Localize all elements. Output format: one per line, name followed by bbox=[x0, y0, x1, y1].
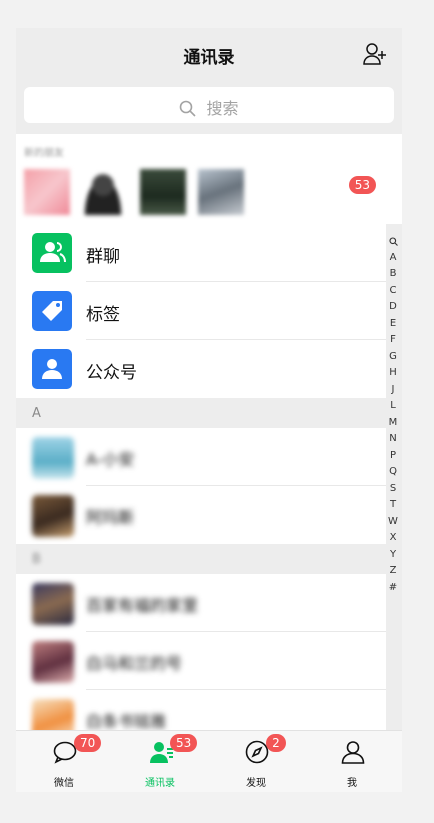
contact-name: A-小安 bbox=[86, 450, 135, 469]
discover-badge: 2 bbox=[266, 734, 286, 752]
add-friend-button[interactable] bbox=[362, 41, 388, 67]
page-title: 通讯录 bbox=[183, 48, 235, 68]
official-account-icon bbox=[32, 349, 72, 389]
search-placeholder: 搜索 bbox=[206, 99, 239, 118]
tag-icon bbox=[32, 291, 72, 331]
contact-name: 百家有福的家里 bbox=[86, 596, 199, 615]
contacts-badge: 53 bbox=[170, 734, 198, 752]
search-input[interactable]: 搜索 bbox=[24, 87, 394, 123]
tab-chats[interactable]: 70 微信 bbox=[16, 731, 112, 792]
contact-name: 白马和兰的号 bbox=[86, 654, 183, 673]
index-letter[interactable]: G bbox=[384, 349, 402, 366]
top-bar: 通讯录 bbox=[16, 28, 402, 78]
index-letter[interactable]: F bbox=[384, 332, 402, 349]
index-letter[interactable]: P bbox=[384, 448, 402, 465]
contact-row[interactable]: 白马和兰的号 bbox=[16, 632, 386, 690]
group-icon bbox=[32, 233, 72, 273]
search-icon bbox=[180, 100, 197, 117]
avatar bbox=[32, 495, 74, 537]
tab-label: 发现 bbox=[246, 778, 266, 789]
tab-me[interactable]: 我 bbox=[304, 731, 400, 792]
index-letter[interactable]: W bbox=[384, 514, 402, 531]
index-letter[interactable]: X bbox=[384, 530, 402, 547]
new-friends-badge: 53 bbox=[348, 176, 376, 194]
alphabet-index[interactable]: A B C D E F G H J L M N P Q S T W X Y Z … bbox=[384, 233, 402, 596]
section-header-b: B bbox=[16, 544, 402, 574]
contact-name: 阿玛斯 bbox=[86, 508, 135, 527]
contact-row[interactable]: 百家有福的家里 bbox=[16, 574, 386, 632]
index-letter[interactable]: M bbox=[384, 415, 402, 432]
phone-screen: 通讯录 搜索 新的朋友 53 群聊 标签 公众号 A A-小安 阿玛斯 B 百家… bbox=[16, 28, 402, 792]
tab-label: 微信 bbox=[54, 778, 74, 789]
tab-discover[interactable]: 2 发现 bbox=[208, 731, 304, 792]
index-letter[interactable]: N bbox=[384, 431, 402, 448]
tags-row[interactable]: 标签 bbox=[16, 282, 386, 340]
avatar bbox=[32, 437, 74, 479]
official-accounts-label: 公众号 bbox=[86, 363, 137, 383]
avatar bbox=[140, 169, 186, 215]
index-letter[interactable]: L bbox=[384, 398, 402, 415]
official-accounts-row[interactable]: 公众号 bbox=[16, 340, 386, 398]
index-letter[interactable]: H bbox=[384, 365, 402, 382]
index-search-icon[interactable] bbox=[384, 233, 402, 250]
index-letter[interactable]: Q bbox=[384, 464, 402, 481]
index-letter[interactable]: # bbox=[384, 580, 402, 597]
index-letter[interactable]: D bbox=[384, 299, 402, 316]
index-letter[interactable]: Z bbox=[384, 563, 402, 580]
person-icon bbox=[341, 741, 365, 764]
avatar bbox=[198, 169, 244, 215]
avatar bbox=[24, 169, 70, 215]
index-letter[interactable]: E bbox=[384, 316, 402, 333]
index-letter[interactable]: B bbox=[384, 266, 402, 283]
index-letter[interactable]: T bbox=[384, 497, 402, 514]
group-chats-row[interactable]: 群聊 bbox=[16, 224, 386, 282]
index-letter[interactable]: A bbox=[384, 250, 402, 267]
index-letter[interactable]: S bbox=[384, 481, 402, 498]
add-friend-icon bbox=[363, 43, 386, 65]
index-letter[interactable]: Y bbox=[384, 547, 402, 564]
tab-label: 我 bbox=[347, 778, 357, 789]
group-chats-label: 群聊 bbox=[86, 247, 120, 267]
new-friends-row[interactable]: 新的朋友 53 bbox=[16, 134, 402, 224]
contact-row[interactable]: A-小安 bbox=[16, 428, 386, 486]
chats-badge: 70 bbox=[74, 734, 102, 752]
index-letter[interactable]: J bbox=[384, 382, 402, 399]
avatar bbox=[32, 641, 74, 683]
search-bar: 搜索 bbox=[16, 78, 402, 134]
index-letter[interactable]: C bbox=[384, 283, 402, 300]
contact-name: 白条书铭雅 bbox=[86, 712, 167, 731]
tab-bar: 70 微信 53 通讯录 2 发现 我 bbox=[16, 730, 402, 792]
tags-label: 标签 bbox=[86, 305, 120, 325]
section-header-a: A bbox=[16, 398, 402, 428]
tab-contacts[interactable]: 53 通讯录 bbox=[112, 731, 208, 792]
avatar bbox=[32, 583, 74, 625]
contact-row[interactable]: 阿玛斯 bbox=[16, 486, 386, 544]
avatar bbox=[80, 169, 126, 215]
tab-label: 通讯录 bbox=[145, 778, 175, 789]
new-friends-label: 新的朋友 bbox=[24, 148, 64, 159]
